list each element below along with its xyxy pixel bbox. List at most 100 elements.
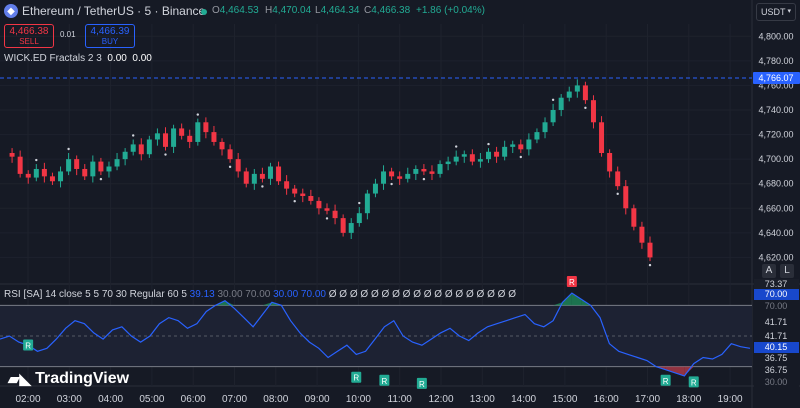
signal-label: R [381,377,387,386]
time-tick-label: 11:00 [388,394,413,405]
price-tick-label: 4,740.00 [758,105,793,115]
candle-body [122,151,128,160]
candle-body [171,128,177,147]
signal-label: R [353,374,359,383]
sell-button[interactable]: 4,466.38 SELL [4,24,54,48]
candle-body [66,159,72,172]
sell-price: 4,466.38 [9,26,49,37]
candle-body [146,139,152,155]
price-tick-label: 4,640.00 [758,228,793,238]
fractals-legend[interactable]: WICK.ED Fractals 2 3 0.00 0.00 [4,53,152,64]
fractal-marker [584,106,587,110]
candle-body [356,213,362,224]
time-tick-label: 06:00 [181,394,206,405]
currency-selector[interactable]: USDT ▾ [756,3,796,21]
candle-body [397,176,403,179]
time-tick-label: 14:00 [511,394,536,405]
signal-label: R [569,278,575,287]
candle-body [82,168,88,177]
fractal-marker [648,263,652,267]
candle-body [405,173,411,179]
rsi-axis-label: 41.71 [765,331,788,341]
rsi-axis-label: 70.00 [765,289,788,299]
candle-body [477,159,483,162]
candle-body [582,85,588,101]
signal-label: R [419,380,425,389]
fractal-marker [99,177,103,181]
candle-body [292,188,298,194]
rsi-empty-values: Ø Ø Ø Ø Ø Ø Ø Ø Ø Ø Ø Ø Ø Ø Ø Ø Ø Ø [328,289,516,300]
time-tick-label: 09:00 [305,394,330,405]
fractal-marker [164,153,167,156]
fractals-value-2: 0.00 [132,53,152,64]
fractal-marker [519,155,522,159]
candle-body [518,144,524,150]
candle-body [49,176,55,182]
fractal-marker [358,201,361,205]
price-tick-label: 4,680.00 [758,179,793,189]
candle-body [348,223,354,233]
candle-body [138,144,144,155]
candle-body [74,159,80,169]
candle-body [372,183,378,194]
time-tick-label: 04:00 [98,394,123,405]
candle-body [114,159,120,167]
candle-body [251,173,257,184]
ohlc-change: +1.86 (+0.04%) [416,5,485,16]
rsi-lower-2: 30.00 [273,289,299,300]
auto-scale-button[interactable]: A [762,264,776,278]
candle-body [631,208,637,227]
rsi-legend[interactable]: RSI [SA] 14 close 5 5 70 30 Regular 60 5… [4,289,516,300]
tradingview-logo[interactable]: ▰◣ TradingView [8,370,129,388]
candle-body [340,218,346,233]
candle-body [469,154,475,162]
rsi-axis-label: 73.37 [765,279,788,289]
candle-body [300,193,306,196]
time-tick-label: 10:00 [346,394,371,405]
rsi-upper: 70.00 [245,289,271,300]
candle-body [195,122,201,142]
time-tick-label: 15:00 [552,394,577,405]
candle-body [558,97,564,110]
candle-body [421,168,427,172]
ohlc-high: H4,470.04 [265,5,312,16]
candle-body [429,171,435,174]
fractal-marker [455,145,458,148]
candle-body [324,208,330,211]
candle-body [381,171,387,184]
time-tick-label: 02:00 [15,394,40,405]
candle-body [227,149,233,160]
candle-body [550,110,556,123]
fractal-marker [67,147,70,151]
candle-body [243,171,249,184]
candle-body [647,242,653,258]
ethereum-logo-icon: ◆ [4,4,18,18]
candle-body [130,144,136,152]
time-tick-label: 03:00 [57,394,82,405]
rsi-value: 39.13 [189,289,215,300]
fractal-marker [35,158,38,162]
fractals-value-1: 0.00 [107,53,127,64]
time-tick-label: 08:00 [263,394,288,405]
candle-body [9,153,15,157]
market-status-icon [201,9,207,15]
candle-body [364,193,370,214]
candle-body [413,168,419,174]
candle-body [486,151,491,160]
log-scale-button[interactable]: L [780,264,794,278]
candle-body [203,122,209,133]
symbol-title[interactable]: Ethereum / TetherUS · 5 · Binance [22,4,205,18]
rsi-axis-label: 36.75 [765,353,788,363]
candle-body [106,166,112,172]
time-tick-label: 18:00 [676,394,701,405]
candle-body [599,122,605,153]
candle-body [308,196,314,201]
signal-label: R [691,378,697,387]
candle-body [389,171,395,177]
chevron-down-icon: ▾ [787,8,791,15]
candle-body [623,186,629,209]
candle-body [437,164,443,174]
ohlc-low: L4,464.34 [315,5,360,16]
candle-body [316,200,322,209]
buy-button[interactable]: 4,466.39 BUY [85,24,135,48]
